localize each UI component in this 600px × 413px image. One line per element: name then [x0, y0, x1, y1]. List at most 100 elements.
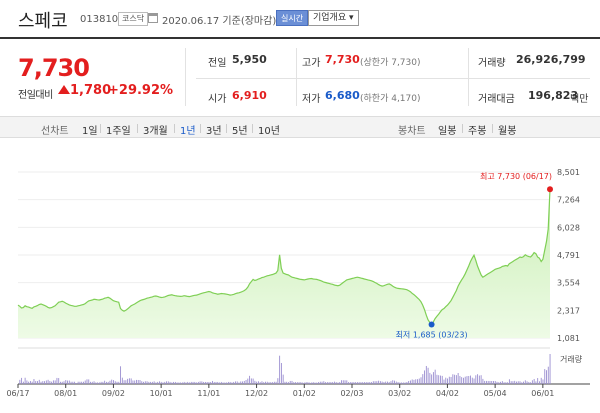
volume-bar [521, 382, 523, 384]
volume-bar [487, 380, 489, 384]
volume-bar [164, 381, 166, 384]
lower-limit: (하한가 4,170) [360, 94, 421, 104]
x-tick-label: 06/01 [531, 389, 554, 398]
volume-bar [35, 381, 37, 384]
company-info-button[interactable]: 기업개요 ▾ [308, 10, 359, 26]
volume-bar [98, 382, 100, 384]
volume-bar [293, 382, 295, 384]
x-axis: 06/17 08/01 09/02 10/01 11/01 12/02 01/02 02/03… [6, 384, 554, 398]
volume-bar [401, 382, 403, 384]
change-amount: 1,780 [70, 83, 112, 98]
volume-bar [68, 380, 70, 384]
period-1y[interactable]: 1년 [180, 122, 196, 137]
volume-bar [28, 381, 30, 384]
volume-bar [298, 382, 300, 384]
volume-bar [420, 377, 422, 384]
volume-bar [371, 382, 372, 384]
x-tick-label: 10/01 [150, 389, 173, 398]
volume-bar [75, 383, 77, 384]
volume-bar [104, 380, 106, 384]
volume-bar [501, 381, 503, 384]
price-chart: 8,501 7,264 6,028 4,791 3,554 2,317 1,081 06/1… [6, 168, 590, 398]
realtime-button[interactable]: 실시간 [276, 10, 309, 26]
volume-bar [257, 381, 259, 384]
volume-bar [88, 379, 90, 384]
volume-bar [52, 380, 54, 384]
volume-bar [528, 381, 530, 384]
trade-amount-unit: 백만 [570, 94, 589, 105]
volume-bar [372, 381, 374, 384]
volume-bar [173, 381, 175, 384]
volume-bar [360, 382, 362, 384]
volume-bar [245, 380, 247, 384]
volume-bar [158, 381, 160, 384]
volume-bar [296, 382, 298, 384]
volume-bar [454, 374, 456, 384]
volume-bar [81, 381, 83, 384]
volume-bar [282, 374, 284, 384]
x-tick-label: 12/02 [245, 389, 268, 398]
volume-bar [305, 382, 307, 384]
volume-bar [436, 374, 438, 384]
volume-bar [21, 377, 23, 384]
volume-bar [247, 378, 249, 384]
volume-bar [434, 369, 436, 384]
period-10y[interactable]: 10년 [258, 122, 280, 137]
volume-bar [452, 374, 454, 384]
volume-bar [438, 375, 440, 384]
volume-bar [507, 382, 509, 384]
volume-bar [194, 381, 196, 384]
y-tick-label: 3,554 [557, 279, 580, 288]
volume-bar [307, 382, 309, 384]
volume-bar [151, 381, 153, 384]
volume-bar [493, 381, 494, 384]
change-percent: +29.92% [108, 83, 174, 98]
volume-bar [358, 382, 360, 384]
volume-bar [461, 377, 463, 384]
volume-bar [356, 382, 358, 384]
volume-bar [303, 382, 305, 384]
volume-bar [344, 380, 346, 384]
period-3m[interactable]: 3개월 [143, 122, 168, 137]
volume-bar [378, 380, 380, 384]
volume-bar [49, 381, 51, 384]
volume-bar [415, 379, 417, 384]
volume-bar [455, 375, 457, 384]
period-3y[interactable]: 3년 [206, 122, 222, 137]
volume-bar [376, 381, 378, 384]
volume-bar [105, 381, 107, 384]
x-tick-label: 08/01 [54, 389, 77, 398]
volume-bar [475, 375, 477, 384]
volume-bar [217, 381, 219, 384]
volume-bar [485, 380, 487, 384]
volume-bar [279, 355, 281, 384]
volume-bar [533, 378, 535, 384]
stats-divider [468, 48, 469, 106]
high-label: 고가 [302, 58, 321, 69]
volume-bar [471, 377, 473, 384]
volume-bar [277, 378, 279, 384]
x-tick-label: 05/04 [484, 389, 507, 398]
volume-bar [537, 378, 539, 384]
y-tick-label: 4,791 [557, 251, 580, 260]
candle-monthly[interactable]: 월봉 [498, 122, 516, 137]
volume-bar [24, 377, 26, 384]
volume-bar [72, 381, 74, 384]
period-1d[interactable]: 1일 [82, 122, 98, 137]
volume-bar [445, 377, 447, 384]
volume-bar [162, 382, 164, 384]
volume-bar [38, 379, 40, 384]
period-5y[interactable]: 5년 [232, 122, 248, 137]
candle-weekly[interactable]: 주봉 [468, 122, 486, 137]
volume-bar [549, 354, 551, 384]
volume-bar [259, 382, 261, 384]
volume-bar [250, 378, 252, 384]
volume-bar [252, 378, 254, 384]
volume-bar [229, 381, 231, 384]
volume-bar [546, 370, 547, 384]
period-1w[interactable]: 1주일 [106, 122, 131, 137]
toolbar-separator [492, 124, 493, 133]
volume-bar [79, 381, 81, 384]
volume-bar [540, 377, 542, 384]
candle-daily[interactable]: 일봉 [438, 122, 456, 137]
